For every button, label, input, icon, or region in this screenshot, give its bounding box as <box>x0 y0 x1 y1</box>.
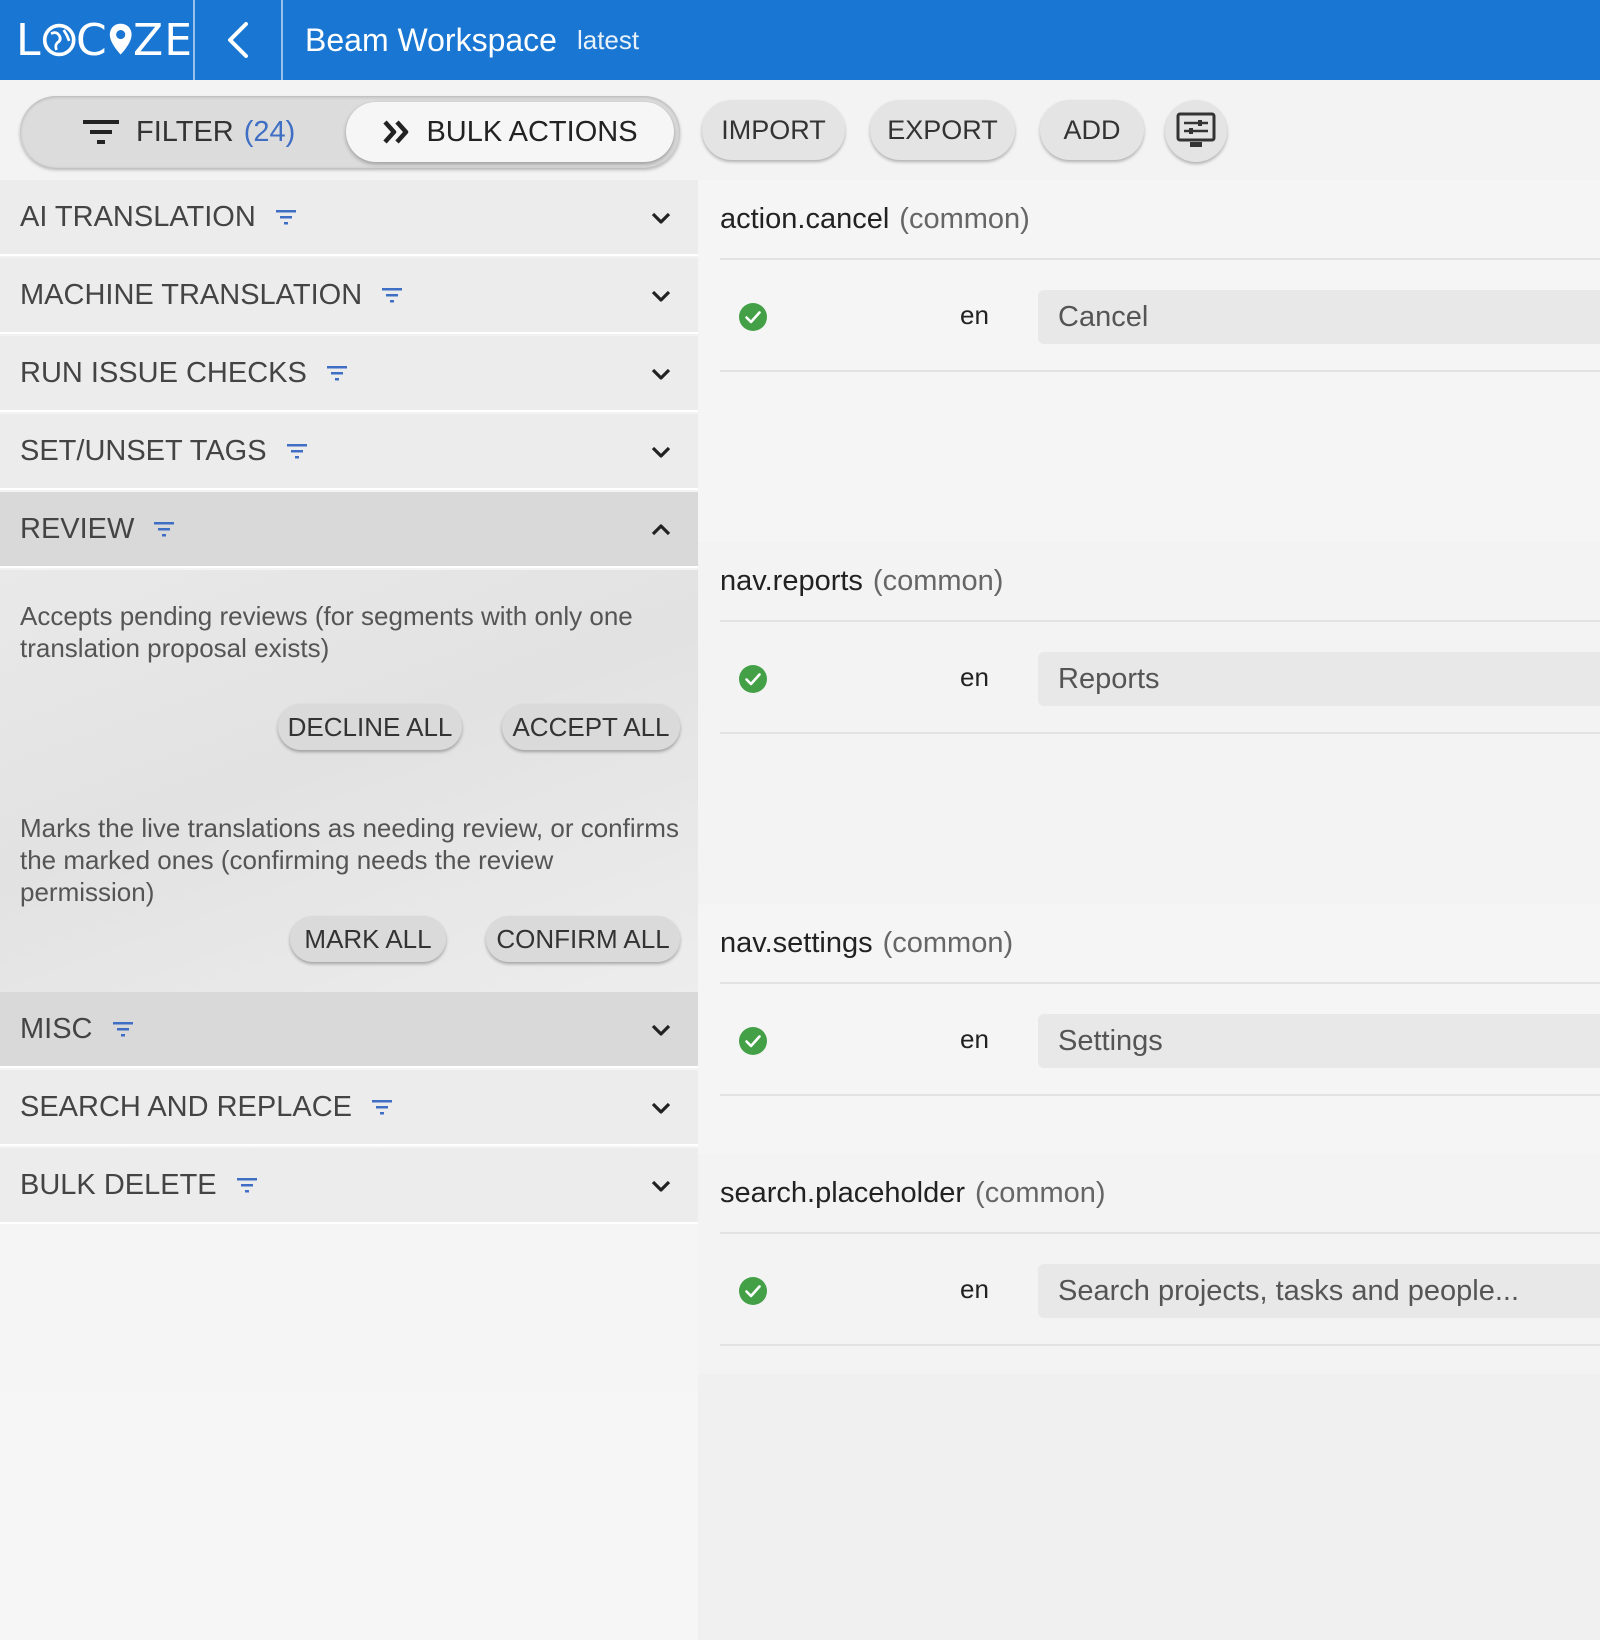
chevron-down-icon <box>650 1094 672 1130</box>
project-title: Beam Workspace <box>305 21 557 58</box>
chevron-up-icon <box>650 516 672 552</box>
language-code: en <box>960 1024 989 1054</box>
display-settings-button[interactable] <box>1165 100 1227 162</box>
key-name: nav.reports <box>720 564 863 597</box>
translation-row: en Reports <box>720 624 1600 734</box>
review-section-body: Accepts pending reviews (for segments wi… <box>0 570 698 994</box>
mark-all-button[interactable]: MARK ALL <box>290 916 446 962</box>
decline-all-button[interactable]: DECLINE ALL <box>278 704 462 750</box>
toolbar: FILTER (24) BULK ACTIONS IMPORT EXPORT A… <box>0 80 1600 180</box>
branch-label: latest <box>576 24 640 55</box>
section-label: MACHINE TRANSLATION <box>20 278 363 311</box>
chevron-down-icon <box>650 438 672 474</box>
key-namespace: (common) <box>872 564 1004 597</box>
section-label: SET/UNSET TAGS <box>20 434 267 467</box>
key-name: nav.settings <box>720 926 873 959</box>
filter-lines-icon <box>275 209 296 225</box>
check-circle-icon <box>738 664 768 699</box>
section-run-issue-checks[interactable]: RUN ISSUE CHECKS <box>0 336 698 412</box>
translation-value-field[interactable]: Search projects, tasks and people... <box>1038 1264 1600 1318</box>
key-header[interactable]: search.placeholder (common) <box>720 1154 1600 1234</box>
language-code: en <box>960 1274 989 1304</box>
accept-all-button[interactable]: ACCEPT ALL <box>502 704 680 750</box>
chevron-down-icon <box>650 282 672 318</box>
key-namespace: (common) <box>882 926 1014 959</box>
key-item: nav.reports (common) en Reports <box>698 542 1600 904</box>
bulk-actions-tab[interactable]: BULK ACTIONS <box>346 102 674 162</box>
key-item: action.cancel (common) en Cancel <box>698 180 1600 542</box>
language-code: en <box>960 662 989 692</box>
filter-lines-icon <box>372 1099 392 1115</box>
translation-row: en Search projects, tasks and people... <box>720 1236 1600 1346</box>
key-item: nav.settings (common) en Settings <box>698 904 1600 1154</box>
section-label: BULK DELETE <box>20 1168 217 1201</box>
pin-icon <box>109 23 132 55</box>
view-toggle: FILTER (24) BULK ACTIONS <box>20 96 680 168</box>
section-machine-translation[interactable]: MACHINE TRANSLATION <box>0 258 698 334</box>
section-review[interactable]: REVIEW <box>0 492 698 568</box>
bulk-actions-panel: AI TRANSLATION MACHINE TRANSLATION RUN I… <box>0 180 698 1640</box>
confirm-all-button[interactable]: CONFIRM ALL <box>486 916 680 962</box>
filter-count: (24) <box>243 115 296 148</box>
translation-value-field[interactable]: Cancel <box>1038 290 1600 344</box>
section-misc[interactable]: MISC <box>0 992 698 1068</box>
key-namespace: (common) <box>975 1176 1106 1209</box>
double-chevron-right-icon <box>383 120 409 144</box>
section-label: AI TRANSLATION <box>20 200 256 233</box>
filter-lines-icon <box>236 1177 257 1193</box>
translation-value-field[interactable]: Reports <box>1038 652 1600 706</box>
key-name: action.cancel <box>720 202 890 235</box>
back-button[interactable] <box>195 0 283 80</box>
filter-tab-label: FILTER <box>136 115 234 148</box>
export-button[interactable]: EXPORT <box>870 100 1015 160</box>
key-header[interactable]: action.cancel (common) <box>720 180 1600 260</box>
section-label: SEARCH AND REPLACE <box>20 1090 352 1123</box>
filter-tab[interactable]: FILTER (24) <box>82 96 295 168</box>
translation-value-field[interactable]: Settings <box>1038 1014 1600 1068</box>
filter-lines-icon <box>286 443 307 459</box>
globe-icon <box>42 23 76 57</box>
check-circle-icon <box>738 1276 768 1311</box>
import-button[interactable]: IMPORT <box>702 100 845 160</box>
translation-row: en Cancel <box>720 262 1600 372</box>
locize-logo[interactable]: L C ZE <box>0 0 195 80</box>
monitor-settings-icon <box>1176 112 1216 147</box>
filter-lines-icon <box>326 365 347 381</box>
chevron-down-icon <box>650 1016 672 1052</box>
key-item: search.placeholder (common) en Search pr… <box>698 1154 1600 1374</box>
accept-reviews-description: Accepts pending reviews (for segments wi… <box>20 601 633 663</box>
translation-row: en Settings <box>720 986 1600 1096</box>
section-label: RUN ISSUE CHECKS <box>20 356 307 389</box>
key-namespace: (common) <box>899 202 1030 235</box>
key-name: search.placeholder <box>720 1176 966 1209</box>
chevron-down-icon <box>650 204 672 240</box>
filter-icon <box>83 120 119 144</box>
bulk-actions-label: BULK ACTIONS <box>426 115 638 148</box>
section-bulk-delete[interactable]: BULK DELETE <box>0 1148 698 1224</box>
check-circle-icon <box>738 1026 768 1061</box>
check-circle-icon <box>738 302 768 337</box>
section-label: MISC <box>20 1012 93 1045</box>
key-header[interactable]: nav.settings (common) <box>720 904 1600 984</box>
section-ai-translation[interactable]: AI TRANSLATION <box>0 180 698 256</box>
chevron-left-icon <box>228 22 248 58</box>
section-search-and-replace[interactable]: SEARCH AND REPLACE <box>0 1070 698 1146</box>
filter-lines-icon <box>112 1021 133 1037</box>
keys-list: action.cancel (common) en Cancel nav.rep… <box>698 180 1600 1640</box>
chevron-down-icon <box>650 360 672 396</box>
app-header: L C ZE Beam Workspace latest <box>0 0 1600 80</box>
filter-lines-icon <box>382 287 403 303</box>
filter-lines-icon <box>154 521 175 537</box>
section-set-unset-tags[interactable]: SET/UNSET TAGS <box>0 414 698 490</box>
mark-review-description: Marks the live translations as needing r… <box>20 813 679 907</box>
add-button[interactable]: ADD <box>1040 100 1144 160</box>
section-label: REVIEW <box>20 512 135 545</box>
chevron-down-icon <box>650 1172 672 1208</box>
key-header[interactable]: nav.reports (common) <box>720 542 1600 622</box>
language-code: en <box>960 300 989 330</box>
